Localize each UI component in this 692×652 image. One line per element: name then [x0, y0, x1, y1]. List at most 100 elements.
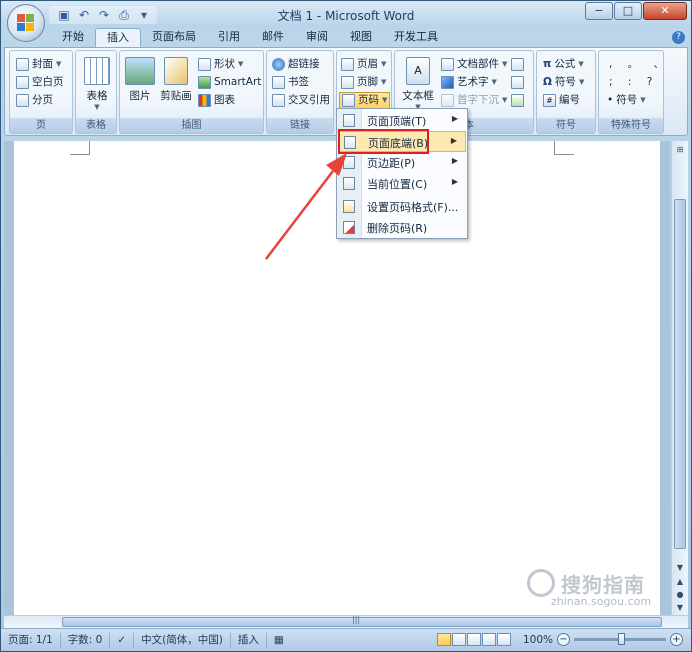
minimize-button[interactable]: − — [585, 2, 613, 20]
group-pages: 封面 ▼ 空白页 分页 页 — [9, 50, 73, 134]
tab-references[interactable]: 引用 — [207, 28, 251, 47]
group-tables: 表格 ▼ 表格 — [75, 50, 117, 134]
hyperlink-button[interactable]: 超链接 — [272, 56, 320, 73]
number-icon: # — [543, 94, 556, 107]
page-break-button[interactable]: 分页 — [16, 92, 53, 109]
zoom-slider[interactable] — [574, 633, 666, 645]
help-icon[interactable]: ? — [672, 31, 685, 44]
horizontal-scrollbar[interactable]: ||| — [4, 615, 688, 628]
menu-item-top-of-page[interactable]: 页面顶端(T) ▶ — [338, 110, 466, 131]
ruler-toggle-icon[interactable]: ⊞ — [674, 143, 686, 156]
scroll-grip-icon: ||| — [352, 615, 361, 624]
page-number-button[interactable]: 页码 ▼ — [339, 92, 391, 109]
window-controls: − □ ✕ — [585, 2, 687, 20]
zoom-out-icon[interactable]: − — [557, 633, 570, 646]
picture-icon — [125, 57, 155, 85]
group-label-links: 链接 — [267, 118, 333, 133]
cross-reference-icon — [272, 94, 285, 107]
group-label-symbols: 符号 — [537, 118, 595, 133]
table-button[interactable]: 表格 ▼ — [80, 57, 114, 111]
smartart-button[interactable]: SmartArt — [198, 74, 261, 91]
menu-item-current-position[interactable]: 当前位置(C) ▶ — [338, 173, 466, 194]
top-of-page-icon — [343, 114, 355, 127]
punctuation-row-2[interactable]: ; : ? — [609, 74, 658, 91]
group-label-pages: 页 — [10, 118, 72, 133]
tab-review[interactable]: 审阅 — [295, 28, 339, 47]
group-illustrations: 图片 剪贴画 形状 ▼ SmartArt 图表 插图 — [119, 50, 264, 134]
highlight-box — [338, 129, 429, 154]
vertical-scroll-thumb[interactable] — [674, 199, 686, 549]
maximize-button[interactable]: □ — [614, 2, 642, 20]
drop-cap-button[interactable]: 首字下沉 ▼ — [441, 92, 507, 109]
textbox-button[interactable]: A 文本框 ▼ — [398, 57, 438, 111]
cover-page-icon — [16, 58, 29, 71]
format-page-numbers-icon — [343, 200, 355, 213]
chart-button[interactable]: 图表 — [198, 92, 235, 109]
numbering-button[interactable]: # 编号 — [543, 92, 580, 109]
tab-mailings[interactable]: 邮件 — [251, 28, 295, 47]
macro-record-icon[interactable]: ▦ — [267, 633, 291, 648]
full-screen-reading-icon[interactable] — [451, 633, 466, 646]
page-number-icon — [342, 94, 355, 107]
print-layout-view-icon[interactable] — [436, 633, 451, 646]
dot-icon: • — [607, 94, 614, 106]
date-time-icon[interactable] — [511, 74, 524, 91]
outline-view-icon[interactable] — [481, 633, 496, 646]
tab-view[interactable]: 视图 — [339, 28, 383, 47]
remove-page-numbers-icon — [343, 221, 355, 234]
vertical-scrollbar[interactable]: ⊞ ▼ ▲ ● ▼ — [671, 141, 688, 615]
office-button[interactable] — [7, 4, 45, 42]
quick-parts-icon — [441, 58, 454, 71]
close-button[interactable]: ✕ — [643, 2, 687, 20]
horizontal-scroll-thumb[interactable] — [62, 617, 662, 627]
menu-item-page-margins[interactable]: 页边距(P) ▶ — [338, 152, 466, 173]
footer-button[interactable]: 页脚 ▼ — [341, 74, 386, 91]
crop-mark-right — [554, 141, 574, 155]
tab-insert[interactable]: 插入 — [95, 28, 141, 47]
group-symbols: π 公式 ▼ Ω 符号 ▼ # 编号 符号 — [536, 50, 596, 134]
group-label-tables: 表格 — [76, 118, 116, 133]
shapes-button[interactable]: 形状 ▼ — [198, 56, 243, 73]
web-layout-icon[interactable] — [466, 633, 481, 646]
signature-line-icon[interactable] — [511, 56, 524, 73]
special-symbol-button[interactable]: • 符号 ▼ — [607, 92, 646, 109]
title-bar: ▣ ↶ ↷ ⎙ ▾ 文档 1 - Microsoft Word − □ ✕ — [1, 1, 691, 28]
language-indicator[interactable]: 中文(简体，中国) — [134, 632, 231, 648]
tab-page-layout[interactable]: 页面布局 — [141, 28, 207, 47]
zoom-slider-knob[interactable] — [618, 633, 625, 645]
bookmark-button[interactable]: 书签 — [272, 74, 309, 91]
object-icon[interactable] — [511, 92, 524, 109]
picture-button[interactable]: 图片 — [124, 57, 156, 103]
equation-button[interactable]: π 公式 ▼ — [543, 56, 584, 73]
zoom-level[interactable]: 100% — [523, 634, 553, 646]
wordart-button[interactable]: 艺术字 ▼ — [441, 74, 497, 91]
cover-page-button[interactable]: 封面 ▼ — [16, 56, 61, 73]
zoom-controls: 100% − + — [436, 633, 683, 646]
draft-view-icon[interactable] — [496, 633, 511, 646]
zoom-in-icon[interactable]: + — [670, 633, 683, 646]
submenu-arrow-icon: ▶ — [451, 177, 458, 186]
bookmark-icon — [272, 76, 285, 89]
office-logo-icon — [17, 14, 35, 32]
clipart-icon — [164, 57, 188, 85]
watermark: 搜狗指南 zhinan.sogou.com — [521, 569, 681, 613]
proofing-icon[interactable]: ✓ — [110, 632, 135, 648]
smartart-icon — [198, 76, 211, 89]
menu-item-format-page-numbers[interactable]: 设置页码格式(F)... — [338, 196, 466, 217]
cross-reference-button[interactable]: 交叉引用 — [272, 92, 330, 109]
quick-parts-button[interactable]: 文档部件 ▼ — [441, 56, 507, 73]
blank-page-button[interactable]: 空白页 — [16, 74, 64, 91]
tab-developer[interactable]: 开发工具 — [383, 28, 449, 47]
footer-icon — [341, 76, 354, 89]
punctuation-row-1[interactable]: , 。 、 — [609, 56, 670, 73]
clipart-button[interactable]: 剪贴画 — [158, 57, 194, 103]
tab-home[interactable]: 开始 — [51, 28, 95, 47]
header-button[interactable]: 页眉 ▼ — [341, 56, 386, 73]
sogou-logo-icon — [527, 569, 555, 597]
insert-mode-indicator[interactable]: 插入 — [231, 632, 267, 648]
symbol-button[interactable]: Ω 符号 ▼ — [543, 74, 584, 91]
menu-item-remove-page-numbers[interactable]: 删除页码(R) — [338, 217, 466, 238]
page-count[interactable]: 页面: 1/1 — [1, 632, 61, 648]
submenu-arrow-icon: ▶ — [451, 114, 458, 123]
word-count[interactable]: 字数: 0 — [61, 632, 111, 648]
